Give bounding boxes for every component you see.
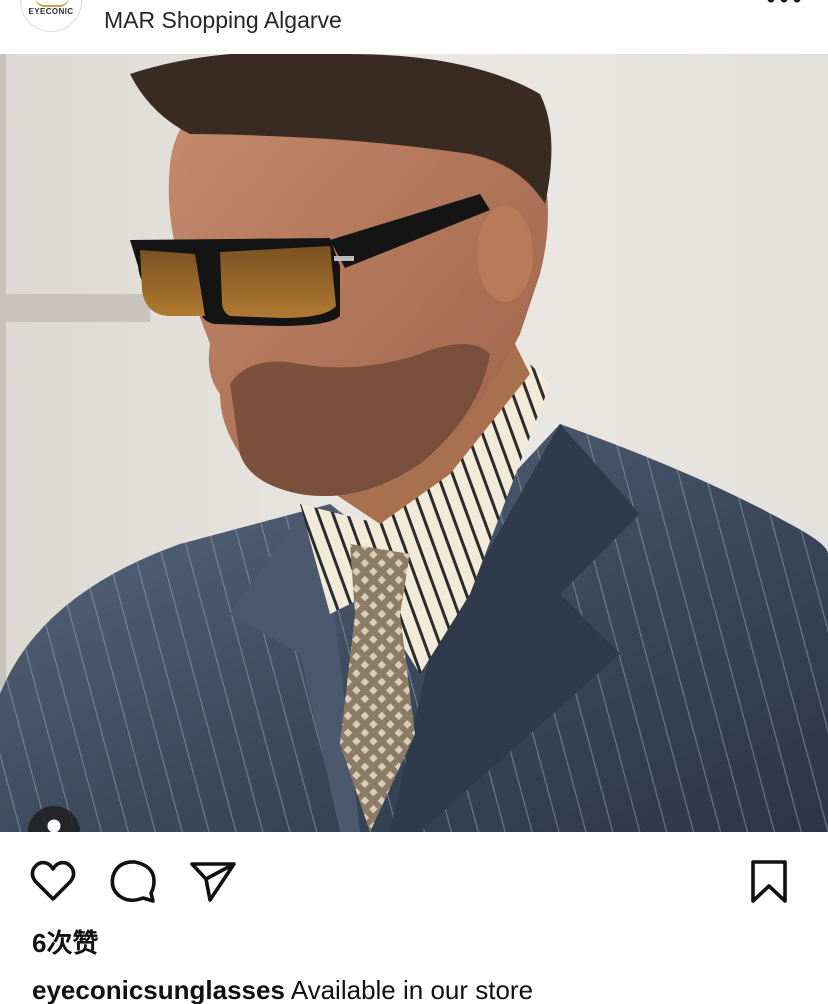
tag-button[interactable] [28, 806, 80, 832]
send-icon[interactable] [188, 856, 238, 906]
heart-icon[interactable] [28, 856, 78, 906]
bookmark-icon[interactable] [744, 856, 794, 906]
avatar-logo-text: EYECONIC [28, 7, 74, 16]
instagram-post: EYECONIC MAR Shopping Algarve 6次赞 eyecon… [0, 0, 828, 1004]
person-icon [47, 819, 61, 832]
avatar[interactable]: EYECONIC [20, 0, 82, 32]
likes-count[interactable]: 6次赞 [32, 926, 98, 960]
more-icon[interactable] [766, 0, 802, 6]
caption-text: Available in our store [290, 975, 534, 1004]
post-caption: eyeconicsunglasses Available in our stor… [32, 972, 533, 1004]
post-header: EYECONIC MAR Shopping Algarve [0, 0, 828, 54]
comment-icon[interactable] [108, 856, 158, 906]
logo-arc-icon [35, 0, 69, 7]
photo-illustration [0, 54, 828, 832]
action-bar [0, 832, 828, 928]
post-image[interactable] [0, 54, 828, 832]
caption-username[interactable]: eyeconicsunglasses [32, 975, 285, 1004]
post-location[interactable]: MAR Shopping Algarve [104, 6, 342, 34]
